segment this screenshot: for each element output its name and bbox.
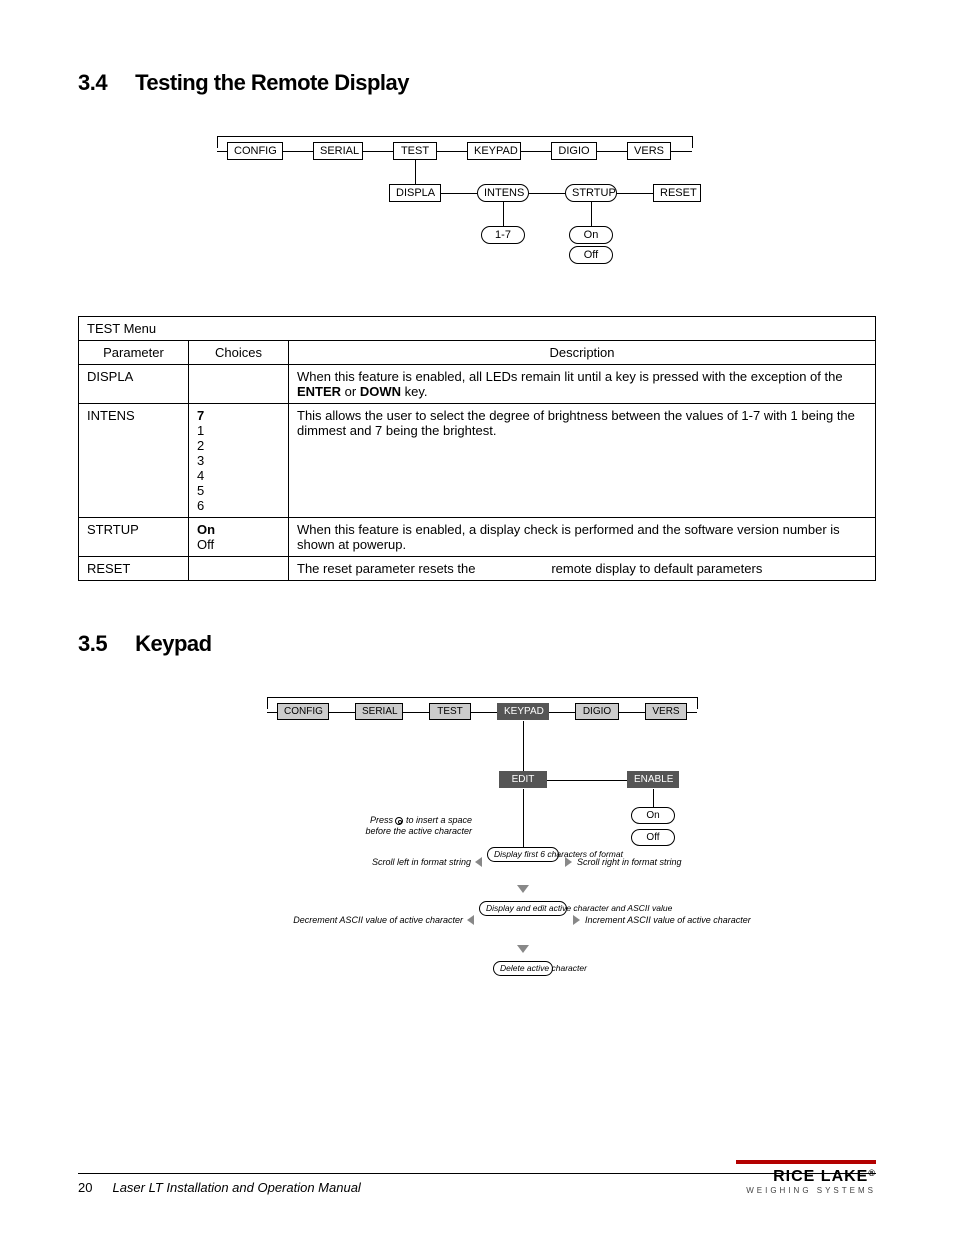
table-row: DISPLA When this feature is enabled, all… bbox=[79, 365, 876, 404]
cell-desc: The reset parameter resets the remote di… bbox=[289, 557, 876, 581]
cell-param: RESET bbox=[79, 557, 189, 581]
menu-node-enable: ENABLE bbox=[627, 771, 679, 788]
label-dec-ascii: Decrement ASCII value of active characte… bbox=[237, 915, 463, 925]
cell-choices bbox=[189, 365, 289, 404]
menu-node-test: TEST bbox=[429, 703, 471, 720]
cell-param: DISPLA bbox=[79, 365, 189, 404]
button-icon bbox=[395, 817, 403, 825]
arrow-down-icon bbox=[517, 945, 529, 953]
cell-desc: When this feature is enabled, a display … bbox=[289, 518, 876, 557]
menu-node-digio: DIGIO bbox=[575, 703, 619, 720]
menu-node-displa: DISPLA bbox=[389, 184, 441, 202]
brand-logo: RICE LAKE® WEIGHING SYSTEMS bbox=[736, 1160, 876, 1195]
arrow-left-icon bbox=[475, 857, 482, 867]
heading-3-4: 3.4 Testing the Remote Display bbox=[78, 70, 876, 96]
keypad-diagram: CONFIG SERIAL TEST KEYPAD DIGIO VERS EDI… bbox=[197, 697, 757, 1037]
menu-node-serial: SERIAL bbox=[355, 703, 403, 720]
heading-number: 3.5 bbox=[78, 631, 107, 656]
page-number: 20 bbox=[78, 1180, 92, 1195]
heading-3-5: 3.5 Keypad bbox=[78, 631, 876, 657]
menu-node-strtup-off: Off bbox=[569, 246, 613, 264]
heading-number: 3.4 bbox=[78, 70, 107, 95]
menu-node-edit: EDIT bbox=[499, 771, 547, 788]
table-header-description: Description bbox=[289, 341, 876, 365]
menu-node-digio: DIGIO bbox=[551, 142, 597, 160]
menu-node-enable-off: Off bbox=[631, 829, 675, 846]
label-scroll-right: Scroll right in format string bbox=[577, 857, 682, 867]
table-header-choices: Choices bbox=[189, 341, 289, 365]
cell-param: INTENS bbox=[79, 404, 189, 518]
cell-desc: This allows the user to select the degre… bbox=[289, 404, 876, 518]
test-menu-diagram: CONFIG SERIAL TEST KEYPAD DIGIO VERS DIS… bbox=[217, 136, 737, 276]
table-row: STRTUP On Off When this feature is enabl… bbox=[79, 518, 876, 557]
menu-node-keypad: KEYPAD bbox=[467, 142, 521, 160]
cell-choices: 7 1 2 3 4 5 6 bbox=[189, 404, 289, 518]
edit-step-2: Display and edit active character and AS… bbox=[479, 901, 567, 916]
test-menu-table: TEST Menu Parameter Choices Description … bbox=[78, 316, 876, 581]
menu-node-intens: INTENS bbox=[477, 184, 529, 202]
menu-node-reset: RESET bbox=[653, 184, 701, 202]
menu-node-keypad: KEYPAD bbox=[497, 703, 549, 720]
cell-choices bbox=[189, 557, 289, 581]
cell-param: STRTUP bbox=[79, 518, 189, 557]
label-press-insert: Press to insert a spacebefore the active… bbox=[307, 815, 472, 837]
table-header-parameter: Parameter bbox=[79, 341, 189, 365]
label-scroll-left: Scroll left in format string bbox=[317, 857, 471, 867]
menu-node-serial: SERIAL bbox=[313, 142, 363, 160]
cell-desc: When this feature is enabled, all LEDs r… bbox=[289, 365, 876, 404]
menu-node-enable-on: On bbox=[631, 807, 675, 824]
menu-node-vers: VERS bbox=[645, 703, 687, 720]
arrow-down-icon bbox=[517, 885, 529, 893]
arrow-left-icon bbox=[467, 915, 474, 925]
edit-step-3: Delete active character bbox=[493, 961, 553, 976]
page-footer: 20 Laser LT Installation and Operation M… bbox=[78, 1173, 876, 1195]
arrow-right-icon bbox=[573, 915, 580, 925]
label-inc-ascii: Increment ASCII value of active characte… bbox=[585, 915, 751, 925]
heading-title: Testing the Remote Display bbox=[135, 70, 409, 95]
cell-choices: On Off bbox=[189, 518, 289, 557]
menu-node-config: CONFIG bbox=[277, 703, 329, 720]
menu-node-config: CONFIG bbox=[227, 142, 283, 160]
footer-title: Laser LT Installation and Operation Manu… bbox=[112, 1180, 360, 1195]
edit-step-1: Display first 6 characters of format bbox=[487, 847, 559, 862]
menu-node-vers: VERS bbox=[627, 142, 671, 160]
heading-title: Keypad bbox=[135, 631, 211, 656]
menu-node-strtup: STRTUP bbox=[565, 184, 617, 202]
table-row: INTENS 7 1 2 3 4 5 6 This allows the use… bbox=[79, 404, 876, 518]
menu-node-intens-range: 1-7 bbox=[481, 226, 525, 244]
menu-node-strtup-on: On bbox=[569, 226, 613, 244]
arrow-right-icon bbox=[565, 857, 572, 867]
table-caption: TEST Menu bbox=[79, 317, 876, 341]
table-row: RESET The reset parameter resets the rem… bbox=[79, 557, 876, 581]
menu-node-test: TEST bbox=[393, 142, 437, 160]
